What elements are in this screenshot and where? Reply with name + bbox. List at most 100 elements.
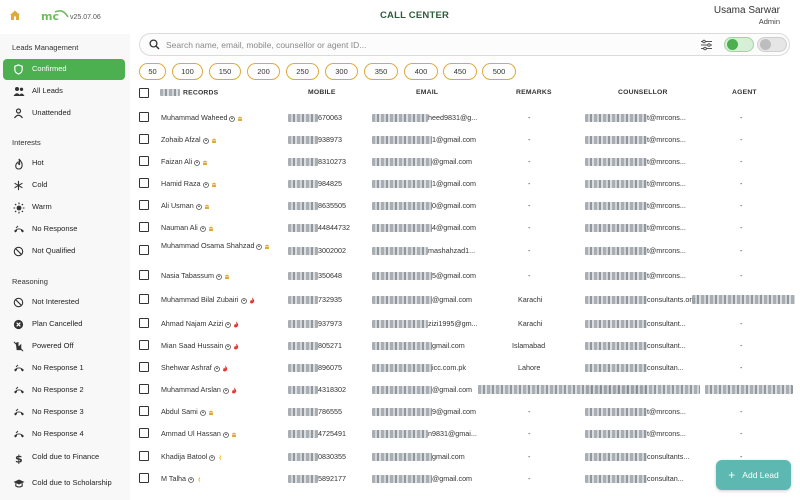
- add-lead-button[interactable]: + Add Lead: [716, 460, 791, 490]
- select-all-checkbox[interactable]: [139, 88, 149, 98]
- row-checkbox[interactable]: [139, 222, 149, 232]
- sidebar-item-no-response[interactable]: No Response: [3, 219, 125, 240]
- table-row[interactable]: Khadija Batool 0830355 gmail.com - consultan…: [130, 445, 800, 467]
- table-row[interactable]: Ahmad Najam Azizi 937973 zizi1995@gm... Kar…: [130, 312, 800, 334]
- sidebar-item-no-response-3[interactable]: No Response 3: [3, 402, 125, 423]
- bank-icon: [204, 203, 210, 210]
- sidebar-item-powered-off[interactable]: Powered Off: [3, 336, 125, 357]
- secondary-toggle[interactable]: [757, 37, 787, 52]
- table-row[interactable]: Nauman Ali 44844732 4@gmail.com - t@mrcons..…: [130, 216, 800, 238]
- page-size-450[interactable]: 450: [443, 63, 477, 80]
- lead-name[interactable]: Shehwar Ashraf: [161, 363, 228, 372]
- table-row[interactable]: Muhammad Arslan 4318302 @gmail.com: [130, 378, 800, 400]
- page-size-100[interactable]: 100: [172, 63, 203, 80]
- page-size-350[interactable]: 350: [364, 63, 398, 80]
- snowflake-icon: [12, 179, 25, 192]
- redacted-email: [372, 136, 432, 145]
- search-input[interactable]: [166, 37, 686, 53]
- row-checkbox[interactable]: [139, 200, 149, 210]
- table-row[interactable]: Hamid Raza 984825 1@gmail.com - t@mrcons... -: [130, 172, 800, 194]
- sidebar-item-cold[interactable]: Cold: [3, 175, 125, 196]
- table-row[interactable]: Shehwar Ashraf 896075 icc.com.pk Lahore cons…: [130, 356, 800, 378]
- lead-name[interactable]: M Talha: [161, 474, 202, 483]
- page-size-500[interactable]: 500: [482, 63, 516, 80]
- sidebar-item-not-interested[interactable]: Not Interested: [3, 292, 125, 313]
- lead-name[interactable]: Ahmad Najam Azizi: [161, 319, 239, 328]
- redacted-email: [372, 408, 432, 417]
- row-checkbox[interactable]: [139, 270, 149, 280]
- sidebar-item-not-qualified[interactable]: Not Qualified: [3, 241, 125, 262]
- table-row[interactable]: Ammad Ul Hassan 4725491 n9831@gmai... - t@mr…: [130, 422, 800, 444]
- sidebar-item-all-leads[interactable]: All Leads: [3, 81, 125, 102]
- lead-mobile: 350648: [288, 271, 342, 281]
- sidebar-item-unattended[interactable]: Unattended: [3, 103, 125, 124]
- lead-remarks: -: [528, 474, 531, 483]
- lead-name[interactable]: Ali Usman: [161, 201, 210, 210]
- row-checkbox[interactable]: [139, 294, 149, 304]
- sidebar-item-no-response-1[interactable]: No Response 1: [3, 358, 125, 379]
- lead-remarks: Islamabad: [512, 341, 546, 350]
- lead-name[interactable]: Nasia Tabassum: [161, 271, 230, 280]
- home-icon[interactable]: [9, 9, 21, 21]
- row-checkbox[interactable]: [139, 340, 149, 350]
- table-row[interactable]: Muhammad Osama Shahzad 3002002 mashahzad1.…: [130, 239, 800, 261]
- table-row[interactable]: Nasia Tabassum 350648 5@gmail.com - t@mrcons…: [130, 264, 800, 286]
- row-checkbox[interactable]: [139, 384, 149, 394]
- page-size-50[interactable]: 50: [139, 63, 166, 80]
- row-checkbox[interactable]: [139, 112, 149, 122]
- lead-name[interactable]: Nauman Ali: [161, 223, 214, 232]
- lead-name[interactable]: Hamid Raza: [161, 179, 217, 188]
- sidebar-item-no-response-2[interactable]: No Response 2: [3, 380, 125, 401]
- lead-name[interactable]: Muhammad Osama Shahzad: [161, 241, 279, 251]
- sidebar-item-hot[interactable]: Hot: [3, 153, 125, 174]
- lead-name[interactable]: Faizan Ali: [161, 157, 208, 166]
- row-checkbox[interactable]: [139, 428, 149, 438]
- user-name[interactable]: Usama Sarwar: [714, 5, 780, 16]
- table-row[interactable]: M Talha 5892177 @gmail.com - consultan...: [130, 467, 800, 489]
- row-checkbox[interactable]: [139, 318, 149, 328]
- counsellor-text: t@mrcons...: [647, 113, 686, 122]
- page-size-200[interactable]: 200: [247, 63, 280, 80]
- lead-name[interactable]: Ammad Ul Hassan: [161, 429, 237, 438]
- sidebar-item-warm[interactable]: Warm: [3, 197, 125, 218]
- lead-counsellor: t@mrcons...: [585, 157, 686, 167]
- table-row[interactable]: Ali Usman 8635505 0@gmail.com - t@mrcons... -: [130, 194, 800, 216]
- table-row[interactable]: Abdul Sami 786555 9@gmail.com - t@mrcons... -: [130, 400, 800, 422]
- table-row[interactable]: Faizan Ali 8310273 @gmail.com - t@mrcons... -: [130, 150, 800, 172]
- row-checkbox[interactable]: [139, 178, 149, 188]
- row-checkbox[interactable]: [139, 156, 149, 166]
- mobile-text: 732935: [318, 295, 342, 304]
- table-row[interactable]: Muhammad Waheed 670063 heed9831@g... - t@mrc…: [130, 106, 800, 128]
- page-size-250[interactable]: 250: [286, 63, 319, 80]
- lead-name[interactable]: Muhammad Waheed: [161, 113, 243, 122]
- lead-name[interactable]: Muhammad Arslan: [161, 385, 237, 394]
- page-size-400[interactable]: 400: [404, 63, 438, 80]
- table-row[interactable]: Mian Saad Hussain 805271 gmail.com Islamaba…: [130, 334, 800, 356]
- lead-name[interactable]: Muhammad Bilal Zubairi: [161, 295, 255, 304]
- row-checkbox[interactable]: [139, 406, 149, 416]
- lead-name[interactable]: Khadija Batool: [161, 452, 223, 461]
- sidebar-item-confirmed[interactable]: Confirmed: [3, 59, 125, 80]
- email-text: 1@gmail.com: [432, 179, 477, 188]
- row-checkbox[interactable]: [139, 134, 149, 144]
- row-checkbox[interactable]: [139, 245, 149, 255]
- lead-name[interactable]: Mian Saad Hussain: [161, 341, 239, 350]
- header-email: EMAIL: [416, 89, 439, 96]
- row-checkbox[interactable]: [139, 451, 149, 461]
- table-row[interactable]: Zohaib Afzal 938973 1@gmail.com - t@mrcons..…: [130, 128, 800, 150]
- page-size-150[interactable]: 150: [209, 63, 241, 80]
- confirmed-toggle[interactable]: [724, 37, 754, 52]
- filter-icon[interactable]: [700, 39, 713, 51]
- lead-name[interactable]: Zohaib Afzal: [161, 135, 217, 144]
- redacted-counsellor: [585, 453, 647, 462]
- redacted-mobile: [288, 296, 318, 305]
- page-size-300[interactable]: 300: [325, 63, 358, 80]
- row-checkbox[interactable]: [139, 473, 149, 483]
- sidebar-item-plan-cancelled[interactable]: Plan Cancelled: [3, 314, 125, 335]
- table-row[interactable]: Muhammad Bilal Zubairi 732935 @gmail.com Ka…: [130, 288, 800, 310]
- row-checkbox[interactable]: [139, 362, 149, 372]
- sidebar-item-cold-due-to-finance[interactable]: $ Cold due to Finance: [3, 447, 125, 468]
- lead-name[interactable]: Abdul Sami: [161, 407, 214, 416]
- sidebar-item-cold-due-to-scholarship[interactable]: Cold due to Scholarship: [3, 470, 125, 496]
- sidebar-item-no-response-4[interactable]: No Response 4: [3, 424, 125, 445]
